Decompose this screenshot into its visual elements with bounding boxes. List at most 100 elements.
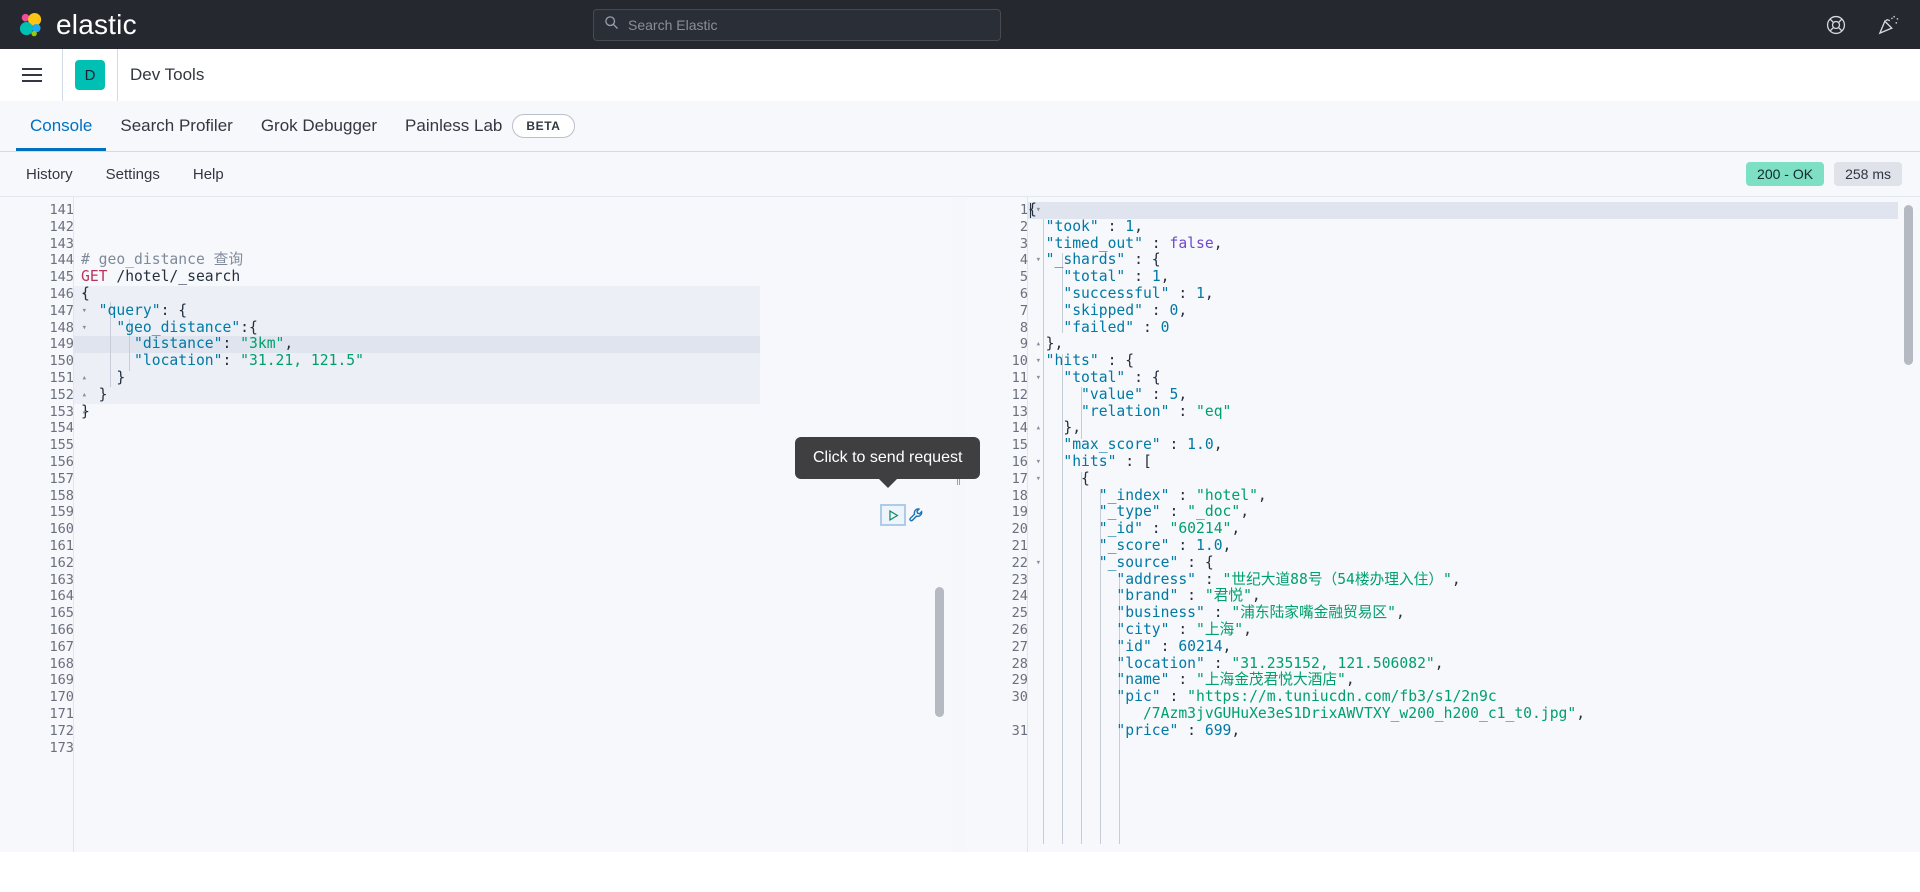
token-punct: : { [1125, 251, 1161, 269]
tab-search-profiler[interactable]: Search Profiler [106, 101, 246, 151]
pane-resizer[interactable] [952, 197, 966, 852]
response-scrollbar[interactable] [1904, 205, 1913, 365]
token-key: "name" [1028, 671, 1170, 689]
code-line: "total" : { [1028, 369, 1585, 387]
token-punct: : [222, 352, 241, 370]
token-punct: , [1395, 604, 1405, 622]
line-number: 173 [49, 739, 74, 756]
elastic-logo-icon [16, 10, 45, 39]
line-number: 157 [49, 470, 74, 487]
editor-code: # geo_distance 查询 GET /hotel/_search{ "qu… [81, 202, 364, 756]
line-number: 28 [1011, 655, 1028, 672]
line-number: 26 [1011, 621, 1028, 638]
line-number: 156 [49, 453, 74, 470]
token-key: "timed_out" [1028, 234, 1143, 252]
token-punct: }, [1028, 419, 1082, 437]
response-line-numbers: 1 ▾ 2 3 4 ▾ 5 6 7 8 9 ▴ 10 ▾ 11 ▾ 12 13 14 ▴ 15 16 ▾ 17 ▾ 18 19 20 2… [974, 202, 1041, 740]
token-punct: , [1257, 486, 1267, 504]
line-number: 146 ▾ [49, 285, 87, 302]
breadcrumb: D Dev Tools [0, 49, 1920, 101]
line-number: 169 [49, 672, 74, 689]
token-punct: , [1222, 637, 1232, 655]
token-key: "_index" [1028, 486, 1170, 504]
global-search-input[interactable]: Search Elastic [593, 9, 1001, 41]
line-number: 142 [49, 218, 74, 235]
token-key: "_source" [1028, 553, 1179, 571]
code-line: "id" : 60214, [1028, 637, 1585, 656]
line-number: 149 [49, 336, 74, 353]
tab-painless-lab[interactable]: Painless Lab BETA [391, 101, 589, 151]
hamburger-menu-icon[interactable] [14, 57, 50, 93]
line-number: 159 [49, 504, 74, 521]
token-punct: : { [1098, 352, 1135, 370]
app-badge[interactable]: D [75, 60, 105, 90]
code-line: "_id" : "60214", [1028, 520, 1585, 538]
brand-block[interactable]: elastic [0, 10, 137, 39]
confetti-announcement-icon[interactable] [1877, 13, 1900, 36]
editor-scrollbar[interactable] [935, 587, 944, 717]
lifebuoy-help-icon[interactable] [1825, 14, 1847, 36]
tab-label: Search Profiler [120, 116, 233, 135]
code-line: { [81, 285, 364, 303]
editor-line-numbers: 141 142 143 144 145 146 ▾ 147 ▾ 148 ▾ 149 150 151 ▴ 152… [20, 202, 87, 756]
help-button[interactable]: Help [185, 163, 232, 186]
line-number: 24 [1011, 588, 1028, 605]
token-punct: } [81, 385, 108, 403]
code-line: { [1028, 470, 1585, 488]
token-string: "60214" [1169, 520, 1232, 538]
line-number: 155 [49, 437, 74, 454]
tab-console[interactable]: Console [16, 101, 107, 151]
history-button[interactable]: History [18, 163, 81, 186]
line-number: 22 ▾ [1011, 554, 1041, 571]
line-number: 23 [1011, 571, 1028, 588]
header-actions [1825, 0, 1900, 49]
line-number: 19 [1011, 504, 1028, 521]
code-line: "relation" : "eq" [1028, 402, 1585, 421]
code-line: "successful" : 1, [1028, 285, 1585, 303]
line-number: 170 [49, 689, 74, 706]
token-punct: : [1169, 402, 1197, 420]
token-punct: : [1134, 318, 1161, 336]
wrench-options-icon[interactable] [908, 507, 925, 524]
code-line: "pic" : "https://m.tuniucdn.com/fb3/s1/2… [1028, 688, 1585, 706]
token-punct: , [1134, 217, 1143, 235]
code-line: "name" : "上海金茂君悦大酒店", [1028, 671, 1585, 689]
token-key: "address" [1028, 570, 1197, 588]
code-line: "brand" : "君悦", [1028, 587, 1585, 605]
brand-name: elastic [56, 8, 137, 40]
code-line: "value" : 5, [1028, 386, 1585, 404]
line-number: 16 ▾ [1011, 453, 1041, 470]
code-line: "_index" : "hotel", [1028, 486, 1585, 505]
code-line: "geo_distance":{ [81, 319, 364, 337]
token-punct: : [1160, 688, 1188, 706]
token-key: "_shards" [1028, 251, 1126, 269]
token-method: GET [81, 268, 108, 286]
line-number: 14 ▴ [1011, 420, 1041, 437]
play-send-request-icon[interactable] [880, 504, 906, 526]
token-string: "3km" [240, 335, 285, 353]
line-number: 8 [1019, 319, 1028, 336]
token-punct: , [1231, 721, 1241, 739]
line-number: 147 ▾ [49, 302, 87, 319]
divider [62, 49, 63, 101]
tab-grok-debugger[interactable]: Grok Debugger [247, 101, 391, 151]
code-line: "price" : 699, [1028, 721, 1585, 740]
token-punct: , [1213, 436, 1223, 454]
token-punct: : [1142, 301, 1170, 319]
token-punct: : [222, 335, 241, 353]
request-editor-pane[interactable]: 141 142 143 144 145 146 ▾ 147 ▾ 148 ▾ 149 150 151 ▴ 152… [0, 197, 952, 852]
token-num: 60214 [1178, 637, 1223, 655]
token-string: "eq" [1196, 402, 1232, 420]
response-status: 200 - OK 258 ms [1746, 162, 1902, 186]
line-number: 171 [49, 705, 74, 722]
settings-button[interactable]: Settings [98, 163, 168, 186]
response-pane[interactable]: 1 ▾ 2 3 4 ▾ 5 6 7 8 9 ▴ 10 ▾ 11 ▾ 12 13 14 ▴ 15 16 ▾ 17 ▾ 18 19 20 2… [966, 197, 1920, 852]
console-panes: 141 142 143 144 145 146 ▾ 147 ▾ 148 ▾ 149 150 151 ▴ 152… [0, 196, 1920, 852]
code-line: "location": "31.21, 121.5" [81, 352, 364, 370]
